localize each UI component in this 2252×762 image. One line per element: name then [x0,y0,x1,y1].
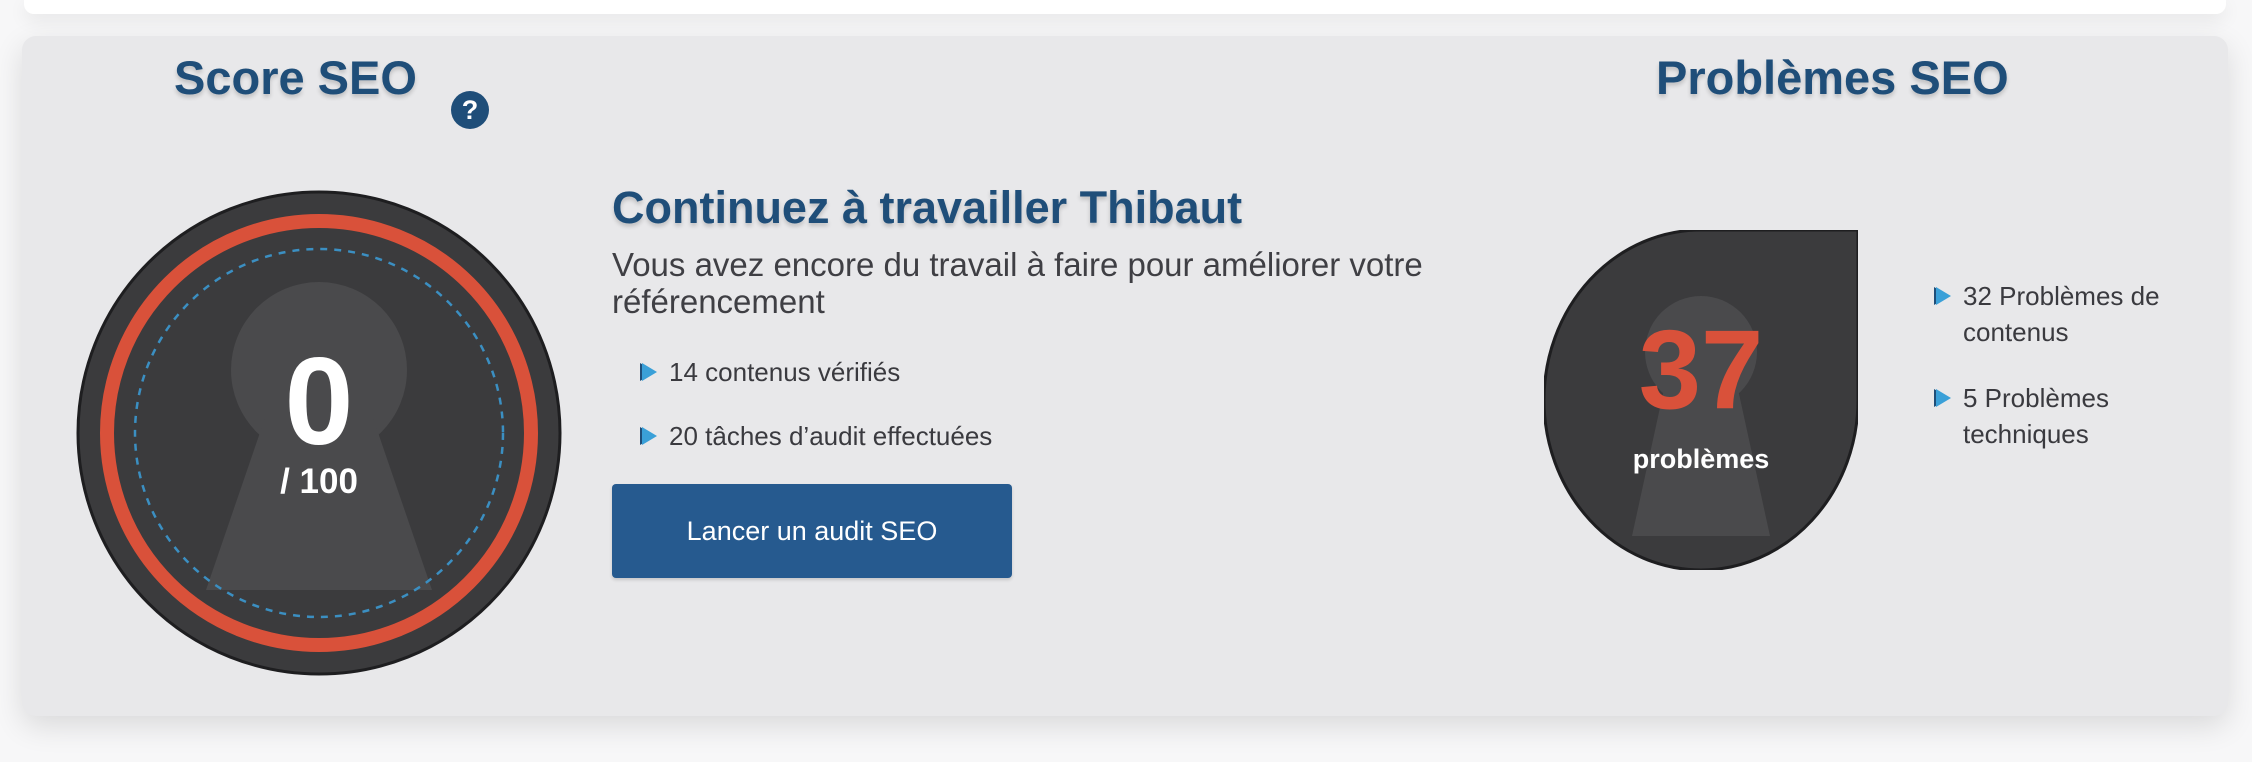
previous-card-edge [24,0,2226,14]
problems-seo-title: Problèmes SEO [1656,51,2009,104]
encouragement-message: Vous avez encore du travail à faire pour… [612,246,1423,320]
problems-count-label: problèmes [1632,444,1770,474]
score-seo-title: Score SEO [174,51,417,104]
triangle-arrow-icon [1936,389,1951,407]
score-value: 0 [284,333,354,471]
list-item-technical-problems: 5 Problèmes techniques [1936,380,2176,452]
list-item-label: 32 Problèmes de contenus [1963,281,2160,347]
list-item-label: 20 tâches d’audit effectuées [669,421,993,451]
encouragement-title: Continuez à travailler Thibaut [612,182,1243,233]
score-max: / 100 [280,462,358,501]
question-circle-icon[interactable]: ? [451,91,489,129]
list-item-verified-content: 14 contenus vérifiés [642,354,900,390]
triangle-arrow-icon [642,427,657,445]
triangle-arrow-icon [642,363,657,381]
list-item-content-problems: 32 Problèmes de contenus [1936,278,2176,350]
list-item-audit-tasks: 20 tâches d’audit effectuées [642,418,992,454]
list-item-label: 14 contenus vérifiés [669,357,901,387]
triangle-arrow-icon [1936,287,1951,305]
problems-count: 37 [1638,307,1764,432]
launch-seo-audit-button[interactable]: Lancer un audit SEO [612,484,1012,578]
list-item-label: 5 Problèmes techniques [1963,383,2109,449]
